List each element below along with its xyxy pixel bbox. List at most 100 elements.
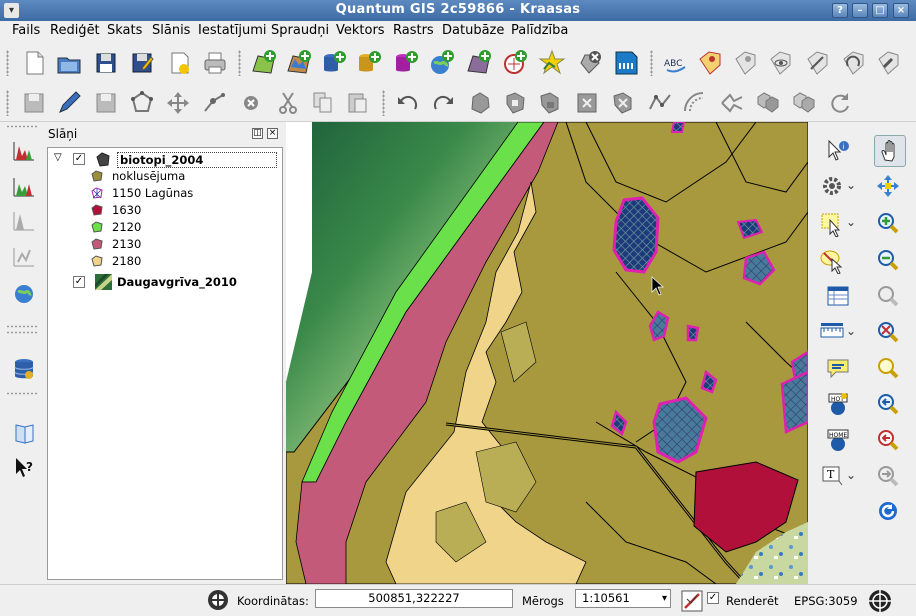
copy-features-icon[interactable] [309, 89, 337, 117]
crs-label[interactable]: EPSG:3059 [794, 594, 858, 608]
menu-raster[interactable]: Rastrs [393, 23, 434, 38]
map-render[interactable] [286, 122, 808, 584]
new-bookmark-icon[interactable]: HOT [824, 390, 852, 418]
histogram-stretch-icon[interactable] [10, 136, 38, 164]
paste-features-icon[interactable] [343, 89, 371, 117]
layer-row-daugavgriva[interactable]: ✓ Daugavgrīva_2010 [48, 274, 282, 291]
menu-vector[interactable]: Vektors [336, 23, 385, 38]
node-tool-icon[interactable] [200, 89, 228, 117]
zoom-out-icon[interactable] [874, 246, 902, 274]
show-bookmarks-icon[interactable]: HOME [824, 426, 852, 454]
save-edits-icon[interactable] [20, 89, 48, 117]
float-panel-button[interactable]: ◫ [252, 128, 263, 139]
label-tool-icon[interactable] [696, 49, 724, 77]
add-feature-icon[interactable] [128, 89, 156, 117]
chevron-down-icon[interactable]: ▾ [662, 590, 667, 607]
coordinates-field[interactable]: 500851,322227 [315, 589, 513, 608]
zoom-to-selection-icon[interactable] [874, 172, 902, 200]
move-feature-icon[interactable] [164, 89, 192, 117]
zoom-to-layer-icon[interactable] [874, 318, 902, 346]
menu-edit[interactable]: Rediģēt [50, 23, 100, 38]
move-label-icon[interactable] [803, 49, 831, 77]
attribute-table-icon[interactable] [824, 282, 852, 310]
add-part-icon[interactable] [536, 89, 564, 117]
zoom-in-icon[interactable] [874, 209, 902, 237]
add-spatialite-layer-icon[interactable] [355, 49, 383, 77]
cut-features-icon[interactable] [274, 89, 302, 117]
add-wcs-layer-icon[interactable] [465, 49, 493, 77]
save-project-icon[interactable] [92, 49, 120, 77]
layer-row-biotopi[interactable]: ▽ ✓ biotopi_2004 [48, 151, 282, 168]
toggle-editing-icon[interactable] [55, 89, 83, 117]
merge-features-icon[interactable] [753, 89, 781, 117]
scale-combobox[interactable]: 1:10561 ▾ [575, 589, 671, 608]
add-postgis-layer-icon[interactable] [320, 49, 348, 77]
redo-icon[interactable] [430, 89, 458, 117]
full-histogram-stretch-icon[interactable] [10, 206, 38, 234]
change-label-icon[interactable] [874, 49, 902, 77]
text-annotation-icon[interactable]: T [818, 462, 846, 490]
open-project-icon[interactable] [55, 49, 83, 77]
action-gear-icon[interactable] [818, 172, 846, 200]
pin-labels-icon[interactable] [731, 49, 759, 77]
menu-plugins[interactable]: Spraudņi [271, 23, 329, 38]
identify-icon[interactable]: i [824, 137, 852, 165]
add-wms-layer-icon[interactable] [428, 49, 456, 77]
map-tips-icon[interactable] [824, 354, 852, 382]
zoom-back-icon[interactable] [874, 426, 902, 454]
chevron-down-icon[interactable]: ⌄ [846, 324, 860, 338]
add-ring-icon[interactable] [501, 89, 529, 117]
add-raster-layer-icon[interactable] [285, 49, 313, 77]
spell-check-icon[interactable]: ABC [661, 49, 689, 77]
merge-attributes-icon[interactable] [789, 89, 817, 117]
layer-visibility-checkbox[interactable]: ✓ [73, 276, 85, 288]
deselect-icon[interactable] [818, 246, 846, 275]
zoom-to-native-icon[interactable] [874, 354, 902, 382]
save-as-icon[interactable] [128, 49, 156, 77]
chevron-down-icon[interactable]: ⌄ [846, 468, 860, 482]
new-shapefile-icon[interactable] [538, 49, 566, 77]
undo-icon[interactable] [393, 89, 421, 117]
maximize-button[interactable]: □ [872, 3, 888, 18]
refresh-icon[interactable] [874, 497, 902, 525]
close-button[interactable]: × [893, 3, 909, 18]
select-features-icon[interactable] [818, 209, 846, 238]
minimize-button[interactable]: – [852, 3, 868, 18]
delete-part-icon[interactable] [609, 89, 637, 117]
help-book-icon[interactable] [10, 419, 38, 447]
reshape-features-icon[interactable] [646, 89, 674, 117]
menu-layer[interactable]: Slānis [152, 23, 190, 38]
help-window-button[interactable]: ? [832, 3, 848, 18]
new-print-composer-icon[interactable] [166, 49, 194, 77]
save-layer-edits-icon[interactable] [92, 89, 120, 117]
zoom-next-icon[interactable] [874, 462, 902, 490]
close-panel-button[interactable]: × [267, 128, 278, 139]
menu-database[interactable]: Datubāze [442, 23, 504, 38]
add-mssql-layer-icon[interactable] [392, 49, 420, 77]
measure-line-icon[interactable] [818, 318, 846, 346]
render-checkbox[interactable]: ✓ [707, 592, 719, 604]
split-features-icon[interactable] [718, 89, 746, 117]
layer-visibility-checkbox[interactable]: ✓ [73, 153, 85, 165]
offset-curve-icon[interactable] [681, 89, 709, 117]
rotate-point-symbols-icon[interactable] [826, 89, 854, 117]
map-canvas[interactable] [286, 122, 808, 584]
crs-globe-icon[interactable] [866, 587, 891, 612]
layer-name[interactable]: Daugavgrīva_2010 [117, 275, 237, 289]
new-project-icon[interactable] [20, 49, 48, 77]
simplify-feature-icon[interactable] [466, 89, 494, 117]
increase-brightness-icon[interactable] [10, 242, 38, 270]
coordinate-toggle-icon[interactable] [204, 586, 230, 612]
globe-icon[interactable] [10, 280, 38, 308]
show-hide-labels-icon[interactable] [767, 49, 795, 77]
layer-name[interactable]: biotopi_2004 [117, 152, 277, 168]
whats-this-icon[interactable]: ? [10, 454, 38, 482]
print-icon[interactable] [201, 49, 229, 77]
rotate-label-icon[interactable] [839, 49, 867, 77]
menu-file[interactable]: Fails [12, 23, 40, 38]
zoom-last-icon[interactable] [874, 390, 902, 418]
delete-selected-icon[interactable] [237, 89, 265, 117]
remove-layer-icon[interactable] [575, 49, 603, 77]
chevron-down-icon[interactable]: ⌄ [846, 215, 860, 229]
chevron-down-icon[interactable]: ⌄ [846, 178, 860, 192]
